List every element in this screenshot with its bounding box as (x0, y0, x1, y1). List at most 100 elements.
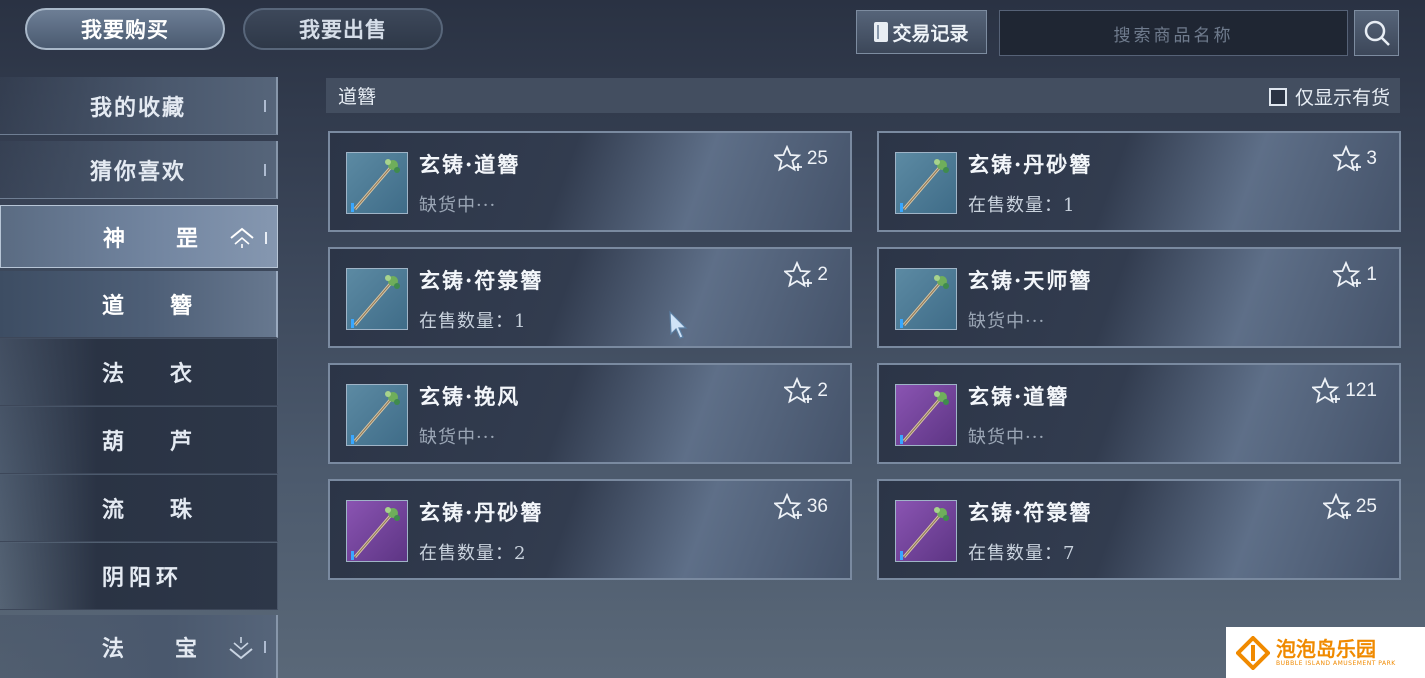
in-stock-checkbox[interactable] (1268, 87, 1287, 106)
sidebar-daozan-char-b: 簪 (170, 293, 195, 319)
sidebar-item-fayi[interactable]: 法 衣 (0, 339, 278, 406)
item-status: 在售数量：7 (968, 543, 1076, 564)
watermark-sub: BUBBLE ISLAND AMUSEMENT PARK (1276, 660, 1396, 667)
sidebar-favorites-label: 我的收藏 (89, 94, 186, 121)
search-icon (1364, 20, 1390, 46)
favorite-count: 3 (1366, 148, 1377, 169)
item-status: 在售数量：1 (419, 311, 527, 332)
trade-record-button[interactable]: 交易记录 (856, 10, 987, 54)
item-status: 缺货中··· (968, 427, 1046, 448)
watermark-logo: 泡泡岛乐园 BUBBLE ISLAND AMUSEMENT PARK (1226, 627, 1425, 678)
item-status: 缺货中··· (419, 427, 497, 448)
item-name: 玄铸·道簪 (419, 152, 521, 177)
item-card[interactable]: 玄铸·丹砂簪在售数量：2 36 (328, 479, 852, 580)
sidebar-item-shengang[interactable]: 神 罡 (0, 205, 278, 268)
item-name: 玄铸·天师簪 (968, 268, 1093, 293)
tab-buy[interactable]: 我要购买 (25, 8, 225, 50)
chevron-left-icon (264, 99, 274, 112)
hairpin-item-icon (346, 152, 408, 214)
sidebar-recommend-label: 猜你喜欢 (89, 158, 186, 185)
item-name: 玄铸·丹砂簪 (419, 500, 544, 525)
item-status: 缺货中··· (968, 311, 1046, 332)
sidebar-item-yinyanghuan[interactable]: 阴阳环 (0, 543, 278, 610)
sidebar-item-hulu[interactable]: 葫 芦 (0, 407, 278, 474)
item-name: 玄铸·丹砂簪 (968, 152, 1093, 177)
sidebar-daozan-char-a: 道 (102, 293, 127, 319)
hairpin-item-icon (346, 384, 408, 446)
item-status: 缺货中··· (419, 195, 497, 216)
sidebar-item-favorites[interactable]: 我的收藏 (0, 77, 278, 135)
item-card[interactable]: 玄铸·符箓簪在售数量：7 25 (877, 479, 1401, 580)
star-icon (1333, 261, 1362, 288)
sidebar-item-daozan[interactable]: 道 簪 (0, 271, 278, 338)
hairpin-item-icon (346, 500, 408, 562)
star-icon (784, 261, 813, 288)
item-name: 玄铸·挽风 (419, 384, 521, 409)
star-icon (773, 145, 802, 172)
item-status: 在售数量：2 (419, 543, 527, 564)
favorite-count: 121 (1345, 380, 1377, 401)
chevron-down-icon (229, 637, 253, 660)
sidebar-fabao-char-b: 宝 (175, 635, 200, 662)
sidebar-item-fabao[interactable]: 法 宝 (0, 615, 278, 678)
in-stock-label: 仅显示有货 (1294, 87, 1390, 109)
favorite-button[interactable]: 2 (784, 261, 828, 289)
sidebar-liuzhu-char-b: 珠 (170, 497, 195, 523)
star-icon (1322, 493, 1351, 520)
sidebar-shengang-char-a: 神 (103, 225, 128, 252)
favorite-button[interactable]: 36 (773, 493, 828, 521)
cursor-icon (669, 310, 688, 339)
hairpin-item-icon (895, 152, 957, 214)
hairpin-item-icon (895, 384, 957, 446)
sidebar-shengang-char-b: 罡 (176, 225, 201, 252)
tab-sell[interactable]: 我要出售 (243, 8, 443, 50)
item-card[interactable]: 玄铸·道簪缺货中··· 121 (877, 363, 1401, 464)
favorite-button[interactable]: 121 (1312, 377, 1377, 405)
trade-record-label: 交易记录 (892, 22, 969, 45)
sidebar-yinyanghuan-label: 阴阳环 (102, 565, 184, 591)
favorite-count: 25 (806, 148, 828, 169)
item-card[interactable]: 玄铸·符箓簪在售数量：1 2 (328, 247, 852, 348)
favorite-count: 25 (1355, 496, 1377, 517)
favorite-count: 2 (817, 264, 828, 285)
sidebar-fayi-char-a: 法 (102, 361, 127, 387)
favorite-count: 2 (817, 380, 828, 401)
sidebar-fayi-char-b: 衣 (170, 361, 195, 387)
search-button[interactable] (1354, 10, 1399, 56)
favorite-button[interactable]: 25 (773, 145, 828, 173)
search-input[interactable]: 搜索商品名称 (999, 10, 1348, 56)
item-card[interactable]: 玄铸·挽风缺货中··· 2 (328, 363, 852, 464)
search-placeholder: 搜索商品名称 (1113, 25, 1234, 46)
sidebar-hulu-char-a: 葫 (102, 429, 127, 455)
favorite-button[interactable]: 2 (784, 377, 828, 405)
favorite-count: 36 (806, 496, 828, 517)
hairpin-item-icon (346, 268, 408, 330)
favorite-button[interactable]: 3 (1333, 145, 1377, 173)
sidebar-item-recommend[interactable]: 猜你喜欢 (0, 141, 278, 199)
item-card[interactable]: 玄铸·丹砂簪在售数量：1 3 (877, 131, 1401, 232)
star-icon (773, 493, 802, 520)
item-card[interactable]: 玄铸·天师簪缺货中··· 1 (877, 247, 1401, 348)
category-title: 道簪 (338, 86, 377, 108)
item-name: 玄铸·符箓簪 (968, 500, 1093, 525)
favorite-count: 1 (1366, 264, 1377, 285)
chevron-left-icon (264, 163, 274, 176)
in-stock-filter[interactable]: 仅显示有货 (1268, 83, 1390, 110)
hairpin-item-icon (895, 500, 957, 562)
item-status: 在售数量：1 (968, 195, 1076, 216)
star-icon (1333, 145, 1362, 172)
favorite-button[interactable]: 1 (1333, 261, 1377, 289)
item-card[interactable]: 玄铸·道簪缺货中··· 25 (328, 131, 852, 232)
favorite-button[interactable]: 25 (1322, 493, 1377, 521)
sidebar-liuzhu-char-a: 流 (102, 497, 127, 523)
item-name: 玄铸·符箓簪 (419, 268, 544, 293)
watermark-main: 泡泡岛乐园 (1276, 637, 1376, 661)
sidebar-fabao-char-a: 法 (102, 635, 127, 662)
category-header: 道簪 仅显示有货 (326, 78, 1400, 113)
star-icon (784, 377, 813, 404)
chevron-left-icon (264, 640, 274, 653)
sidebar-item-liuzhu[interactable]: 流 珠 (0, 475, 278, 542)
diamond-logo-icon (1236, 635, 1270, 670)
chevron-up-icon (230, 227, 254, 248)
item-name: 玄铸·道簪 (968, 384, 1070, 409)
